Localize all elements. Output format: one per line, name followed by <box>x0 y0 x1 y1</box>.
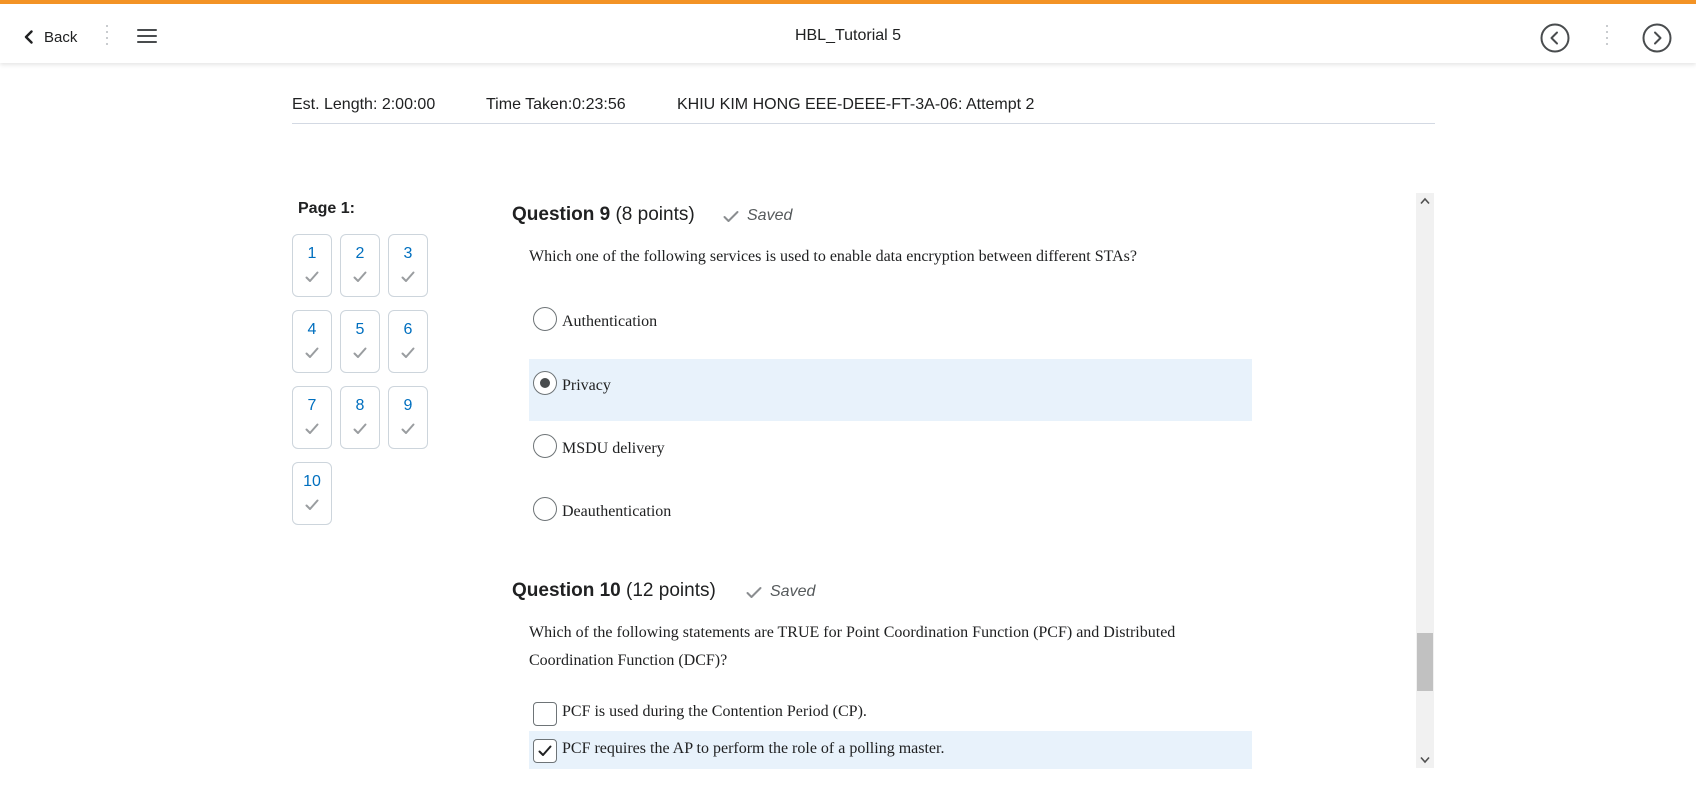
circle-chevron-right-icon <box>1642 23 1672 53</box>
scrollbar-thumb[interactable] <box>1417 633 1433 691</box>
question-nav-item-4[interactable]: 4 <box>292 310 332 373</box>
question-points: (12 points) <box>626 580 716 601</box>
radio-button[interactable] <box>533 497 557 521</box>
question-text: Which of the following statements are TR… <box>529 624 1176 669</box>
question-number: 3 <box>403 245 413 262</box>
option-label: Privacy <box>562 377 611 394</box>
checkmark-icon <box>538 745 552 756</box>
checkmark-icon <box>746 586 762 598</box>
saved-label: Saved <box>770 583 816 600</box>
checkmark-icon <box>723 210 739 222</box>
question-nav-item-10[interactable]: 10 <box>292 462 332 525</box>
radio-button-selected[interactable] <box>533 371 557 395</box>
option-label: PCF is used during the Contention Period… <box>562 703 867 720</box>
radio-button[interactable] <box>533 434 557 458</box>
saved-label: Saved <box>747 207 793 224</box>
question-number: 2 <box>355 245 365 262</box>
question-title: Question 10 <box>512 580 621 601</box>
chevron-down-icon[interactable] <box>1420 756 1430 764</box>
option-authentication[interactable]: Authentication <box>529 292 1252 354</box>
checkmark-icon <box>305 271 319 282</box>
checkmark-icon <box>305 347 319 358</box>
checkmark-icon <box>305 499 319 510</box>
est-length: Est. Length: 2:00:00 <box>292 96 436 113</box>
question-9-header: Question 9 (8 points) <box>512 204 695 226</box>
option-deauthentication[interactable]: Deauthentication <box>529 485 1252 547</box>
previous-button[interactable] <box>1540 23 1570 53</box>
top-nav-bar: Back HBL_Tutorial 5 <box>0 0 1696 63</box>
saved-status: Saved <box>746 583 815 601</box>
checkmark-icon <box>353 271 367 282</box>
time-taken: Time Taken:0:23:56 <box>486 96 626 113</box>
checkmark-icon <box>401 271 415 282</box>
checkbox[interactable] <box>533 702 557 726</box>
question-nav-item-3[interactable]: 3 <box>388 234 428 297</box>
radio-button[interactable] <box>533 307 557 331</box>
saved-status: Saved <box>723 207 792 225</box>
checkmark-icon <box>353 347 367 358</box>
question-number: 8 <box>355 397 365 414</box>
question-nav-item-7[interactable]: 7 <box>292 386 332 449</box>
option-label: Deauthentication <box>562 503 672 520</box>
chevron-up-icon[interactable] <box>1420 197 1430 205</box>
question-points: (8 points) <box>615 204 695 225</box>
option-label: PCF requires the AP to perform the role … <box>562 740 945 757</box>
option-privacy[interactable]: Privacy <box>529 359 1252 421</box>
option-label: Authentication <box>562 313 658 330</box>
question-title: Question 9 <box>512 204 611 225</box>
circle-chevron-left-icon <box>1540 23 1570 53</box>
question-nav-item-2[interactable]: 2 <box>340 234 380 297</box>
question-nav-item-6[interactable]: 6 <box>388 310 428 373</box>
option-label: MSDU delivery <box>562 440 665 457</box>
divider-dots <box>1605 25 1609 47</box>
quiz-info-bar: Est. Length: 2:00:00 Time Taken:0:23:56 … <box>292 93 1435 124</box>
question-number: 9 <box>403 397 413 414</box>
question-10-header: Question 10 (12 points) <box>512 580 716 602</box>
next-button[interactable] <box>1642 23 1672 53</box>
question-number: 10 <box>303 473 321 490</box>
page-label: Page 1: <box>298 200 355 217</box>
checkmark-icon <box>305 423 319 434</box>
question-text: Which one of the following services is u… <box>529 248 1138 265</box>
option-msdu-delivery[interactable]: MSDU delivery <box>529 422 1252 484</box>
checkmark-icon <box>401 347 415 358</box>
question-number: 5 <box>355 321 365 338</box>
question-nav-item-8[interactable]: 8 <box>340 386 380 449</box>
checkmark-icon <box>353 423 367 434</box>
checkmark-icon <box>401 423 415 434</box>
question-nav-item-1[interactable]: 1 <box>292 234 332 297</box>
checkbox-checked[interactable] <box>533 739 557 763</box>
question-nav-item-5[interactable]: 5 <box>340 310 380 373</box>
option-pcf-contention-period[interactable]: PCF is used during the Contention Period… <box>529 694 1252 732</box>
question-number: 6 <box>403 321 413 338</box>
page-title: HBL_Tutorial 5 <box>794 27 902 44</box>
question-number: 7 <box>307 397 317 414</box>
question-nav-item-9[interactable]: 9 <box>388 386 428 449</box>
question-number: 1 <box>307 245 317 262</box>
scrollbar[interactable] <box>1416 193 1434 768</box>
attempt-info: KHIU KIM HONG EEE-DEEE-FT-3A-06: Attempt… <box>677 96 1035 113</box>
option-pcf-polling-master[interactable]: PCF requires the AP to perform the role … <box>529 731 1252 769</box>
question-number: 4 <box>307 321 317 338</box>
